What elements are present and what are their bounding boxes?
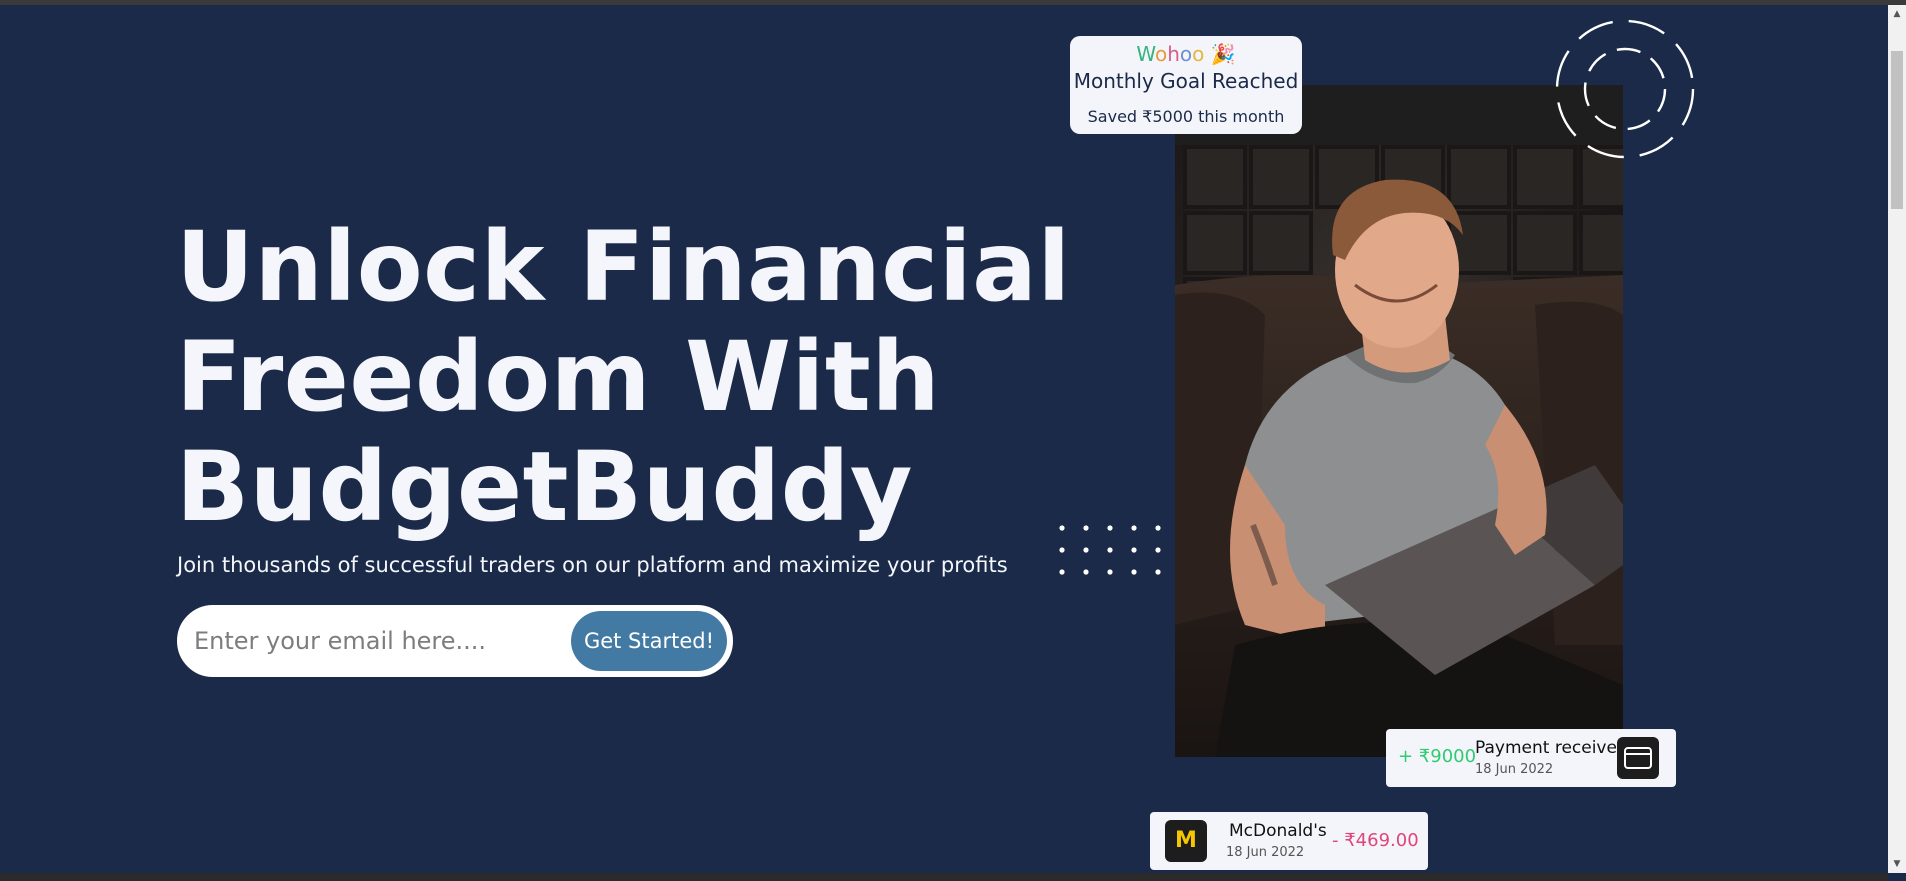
scrollbar-thumb[interactable]	[1891, 51, 1903, 209]
mcdonalds-logo-icon: M	[1165, 820, 1207, 862]
window-bottom-border	[0, 873, 1888, 881]
goal-title: Monthly Goal Reached	[1073, 69, 1299, 93]
payment-amount: + ₹9000	[1398, 746, 1477, 767]
goal-notification-card: Wohoo 🎉 Monthly Goal Reached Saved ₹5000…	[1070, 36, 1302, 134]
hero-photo	[1175, 85, 1623, 757]
dashed-rings-decoration	[1555, 19, 1695, 159]
party-popper-icon: 🎉	[1210, 42, 1236, 66]
payment-received-card: + ₹9000 Payment received 18 Jun 2022	[1386, 729, 1676, 787]
get-started-button[interactable]: Get Started!	[571, 611, 727, 671]
hero-subtitle: Join thousands of successful traders on …	[177, 553, 1008, 577]
wohoo-letter: o	[1179, 42, 1193, 66]
transaction-merchant: McDonald's	[1229, 821, 1327, 841]
hero-title-line: BudgetBuddy	[176, 431, 913, 543]
transaction-amount: - ₹469.00	[1332, 830, 1419, 851]
scroll-up-icon[interactable]: ▲	[1888, 5, 1906, 23]
goal-subtitle: Saved ₹5000 this month	[1087, 107, 1285, 126]
card-icon	[1617, 737, 1659, 779]
vertical-scrollbar[interactable]: ▲ ▼	[1888, 5, 1906, 873]
wohoo-letter: o	[1192, 42, 1205, 66]
hero-title-line: Unlock Financial	[176, 211, 1071, 323]
transaction-card: M McDonald's 18 Jun 2022 - ₹469.00	[1150, 812, 1428, 870]
payment-title: Payment received	[1475, 738, 1628, 758]
dot-grid-decoration	[1059, 525, 1161, 575]
window-top-border	[0, 0, 1906, 5]
email-input[interactable]	[194, 618, 574, 664]
scroll-down-icon[interactable]: ▼	[1888, 855, 1906, 873]
signup-form: Get Started!	[177, 605, 733, 677]
hero-title-line: Freedom With	[176, 321, 941, 433]
wohoo-heading: Wohoo 🎉	[1070, 42, 1302, 66]
payment-date: 18 Jun 2022	[1475, 762, 1554, 777]
hero-title: Unlock Financial Freedom With BudgetBudd…	[176, 211, 1071, 543]
wohoo-letter: o	[1154, 42, 1168, 66]
wohoo-letter: h	[1167, 42, 1180, 66]
wohoo-letter: W	[1136, 42, 1155, 66]
transaction-date: 18 Jun 2022	[1226, 845, 1305, 860]
